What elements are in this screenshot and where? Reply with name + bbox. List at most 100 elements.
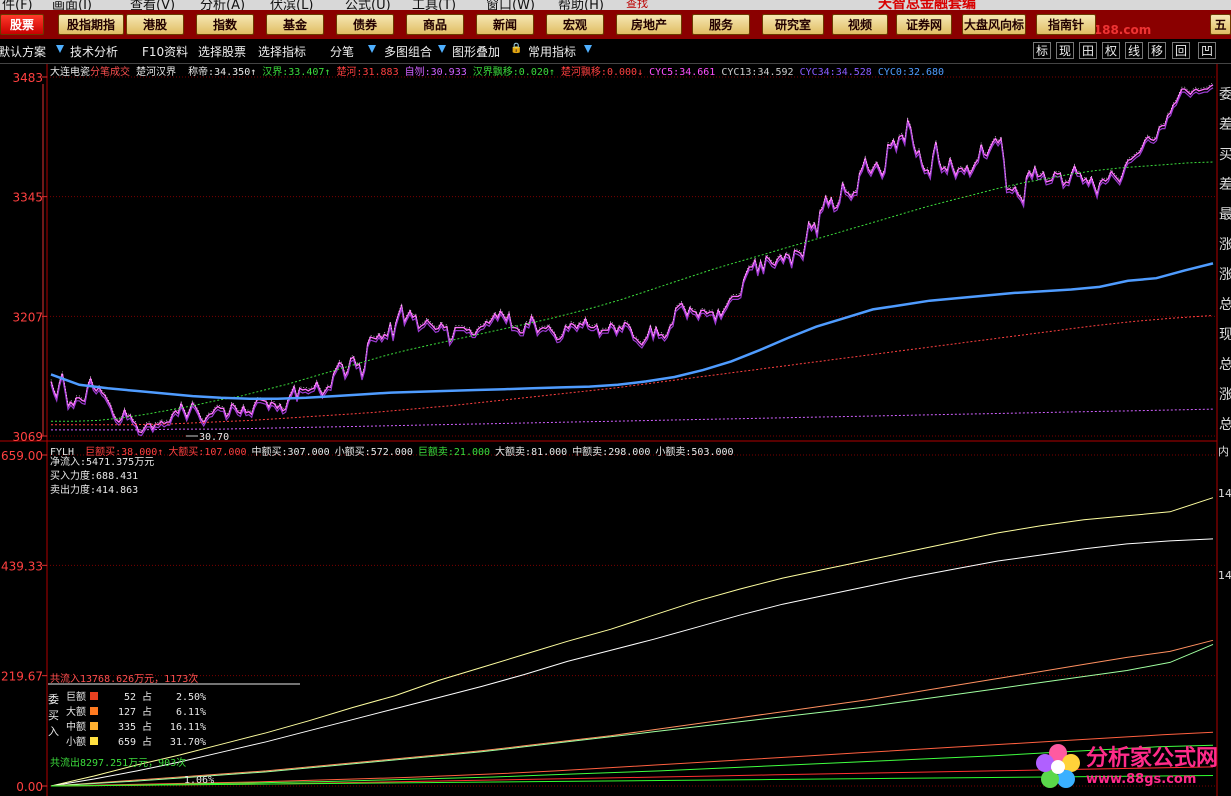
legend-label: 巨额卖: bbox=[417, 447, 454, 458]
toolbar-right-button[interactable]: 现 bbox=[1056, 42, 1074, 59]
toolbar-item[interactable]: F10资料 bbox=[142, 43, 188, 60]
y-tick-label: 659.00 bbox=[1, 449, 43, 463]
lower-right-label: 内 bbox=[1218, 445, 1229, 458]
legend-value: 503.000 bbox=[691, 447, 734, 458]
nav-button[interactable]: 视频 bbox=[832, 14, 888, 35]
nav-button[interactable]: 大盘风向标 bbox=[962, 14, 1026, 35]
toolbar-item[interactable]: 技术分析 bbox=[70, 43, 118, 60]
nav-button[interactable]: 宏观 bbox=[546, 14, 604, 35]
quote-side-char: 最 bbox=[1219, 207, 1231, 223]
menu-item[interactable]: 画面(I) bbox=[52, 0, 92, 10]
toolbar-item[interactable]: 多图组合 bbox=[384, 43, 432, 60]
legend-value: 34.528 bbox=[835, 67, 872, 78]
menu-item[interactable]: 公式(U) bbox=[345, 0, 391, 10]
toolbar-right-button[interactable]: 凹 bbox=[1198, 42, 1216, 59]
legend-value: 0.020 bbox=[518, 67, 549, 78]
toolbar-right-button[interactable]: 标 bbox=[1033, 42, 1051, 59]
toolbar-right-button[interactable]: 权 bbox=[1102, 42, 1120, 59]
nav-button[interactable]: 港股 bbox=[126, 14, 184, 35]
nav-button[interactable]: 基金 bbox=[266, 14, 324, 35]
nav-button[interactable]: 指数 bbox=[196, 14, 254, 35]
indicator-name: 楚河汉界 bbox=[136, 67, 177, 78]
nav-button[interactable]: 商品 bbox=[406, 14, 464, 35]
nav-button[interactable]: 证券网 bbox=[896, 14, 952, 35]
nav-button[interactable]: 股指期指 bbox=[58, 14, 124, 35]
legend-value: 107.000 bbox=[204, 447, 247, 458]
bucket-sep: 占 bbox=[136, 722, 159, 733]
menu-item[interactable]: 分析(A) bbox=[200, 0, 245, 10]
nav-button[interactable]: 股票 bbox=[0, 14, 44, 35]
quote-side-char: 总 bbox=[1219, 357, 1231, 373]
quote-side-column: 委差买差最涨涨总现总涨总 bbox=[1219, 80, 1231, 440]
legend-value: 32.680 bbox=[907, 67, 945, 78]
nav-button[interactable]: 研究室 bbox=[762, 14, 824, 35]
flow-stat: 净流入:5471.375万元 bbox=[50, 456, 154, 470]
legend-label: 汉界飘移: bbox=[472, 67, 519, 78]
lower-legend-entry: 中额卖:298.000 bbox=[572, 447, 650, 458]
legend-arrow: ↑ bbox=[157, 447, 164, 458]
dropdown-arrow-icon[interactable] bbox=[56, 45, 64, 53]
buy-side-char: 买 bbox=[48, 709, 59, 722]
toolbar-item[interactable]: 选择股票 bbox=[198, 43, 246, 60]
quote-side-char: 涨 bbox=[1219, 237, 1231, 253]
nav-button[interactable]: 债券 bbox=[336, 14, 394, 35]
lower-stats: 净流入:5471.375万元 买入力度:688.431 卖出力度:414.863 bbox=[50, 456, 154, 498]
legend-entry: CYC0:32.680 bbox=[878, 67, 944, 78]
bucket-share: 31.70% bbox=[169, 737, 207, 748]
legend-value: 34.661 bbox=[679, 67, 716, 78]
bucket-name: 中额 bbox=[66, 722, 86, 733]
bucket-row: 中额 335 占 16.11% bbox=[66, 720, 206, 735]
bucket-swatch bbox=[90, 692, 98, 700]
toolbar-right-button[interactable]: 线 bbox=[1125, 42, 1143, 59]
toolbar-item[interactable]: 常用指标 bbox=[528, 43, 576, 60]
flow-stat-value: 5471.375万元 bbox=[86, 457, 155, 468]
menu-item[interactable]: 窗口(W) bbox=[486, 0, 535, 10]
legend-entry: 楚河飘移:0.000↓ bbox=[561, 67, 643, 78]
toolbar-item[interactable]: 选择指标 bbox=[258, 43, 306, 60]
dropdown-arrow-icon[interactable] bbox=[438, 45, 446, 53]
flow-stat-label: 买入力度: bbox=[50, 471, 97, 482]
menu-item[interactable]: 伏滨(L) bbox=[270, 0, 313, 10]
legend-value: 298.000 bbox=[608, 447, 651, 458]
bucket-count: 659 bbox=[117, 737, 136, 748]
dropdown-arrow-icon[interactable] bbox=[584, 45, 592, 53]
nav-button[interactable]: 新闻 bbox=[476, 14, 534, 35]
toolbar-right-button[interactable]: 田 bbox=[1079, 42, 1097, 59]
legend-arrow: ↓ bbox=[637, 67, 644, 78]
legend-value: 572.000 bbox=[370, 447, 413, 458]
quote-side-char: 委 bbox=[1219, 87, 1231, 103]
toolbar-right-button[interactable]: 移 bbox=[1148, 42, 1166, 59]
flow-stat-label: 净流入: bbox=[50, 457, 87, 468]
menu-item[interactable]: 查看(V) bbox=[130, 0, 175, 10]
toolbar-right-button[interactable]: 回 bbox=[1172, 42, 1190, 59]
toolbar-item[interactable]: 分笔 bbox=[330, 43, 354, 60]
menu-item[interactable]: 工具(T) bbox=[412, 0, 456, 10]
legend-value: 307.000 bbox=[287, 447, 330, 458]
legend-value: 21.000 bbox=[453, 447, 491, 458]
y-tick-label: 0.00 bbox=[16, 780, 43, 794]
bucket-sep: 占 bbox=[136, 737, 159, 748]
legend-arrow: ↑ bbox=[250, 67, 257, 78]
nav-button[interactable]: 指南针 bbox=[1036, 14, 1096, 35]
toolbar-item[interactable]: 图形叠加 bbox=[452, 43, 500, 60]
outflow-summary: 共流出8297.251万元，903次 bbox=[50, 758, 187, 769]
series-line bbox=[50, 84, 1214, 434]
menu-item[interactable]: 帮助(H) bbox=[558, 0, 604, 10]
dropdown-arrow-icon[interactable] bbox=[368, 45, 376, 53]
nav-button[interactable]: 五 bbox=[1210, 14, 1231, 35]
menu-banner: 天智总金融套编 bbox=[878, 0, 976, 10]
legend-value: 34.592 bbox=[757, 67, 794, 78]
legend-entry: CYC5:34.661 bbox=[649, 67, 715, 78]
bucket-row: 小额 659 占 31.70% bbox=[66, 735, 206, 750]
nav-button[interactable]: 服务 bbox=[692, 14, 750, 35]
nav-button[interactable]: 房地产 bbox=[616, 14, 682, 35]
buy-side-char: 委 bbox=[48, 693, 59, 706]
toolbar-item[interactable]: 默认方案 bbox=[0, 43, 46, 60]
legend-arrow: ↑ bbox=[324, 67, 331, 78]
menu-item[interactable]: 件(F) bbox=[2, 0, 33, 10]
legend-label: 中额卖: bbox=[572, 447, 609, 458]
bucket-row: 大额 127 占 6.11% bbox=[66, 705, 206, 720]
bucket-share: 2.50% bbox=[175, 692, 207, 703]
flow-stat-value: 688.431 bbox=[96, 471, 139, 482]
lock-icon[interactable]: 🔒 bbox=[510, 43, 522, 54]
